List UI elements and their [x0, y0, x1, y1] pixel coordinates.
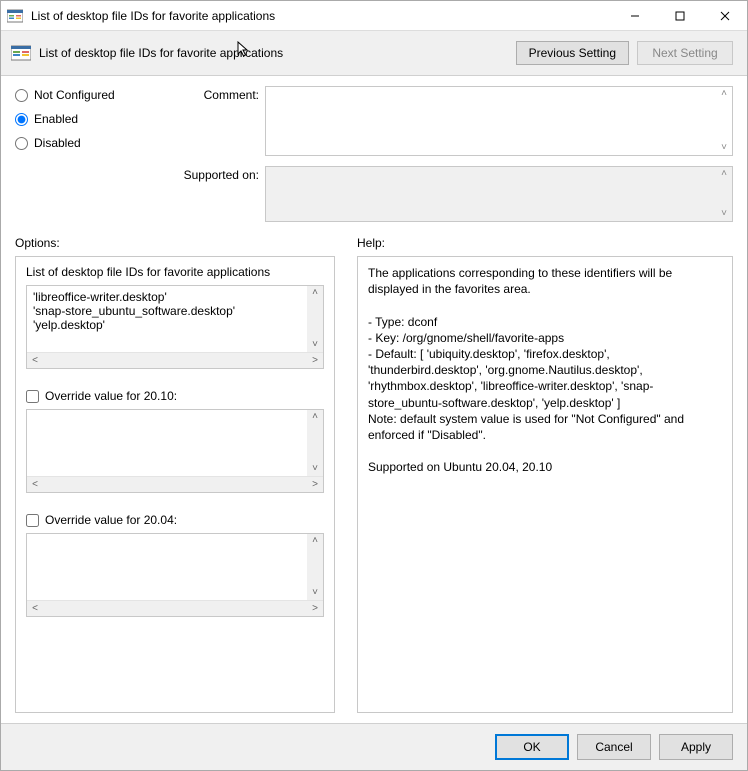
- dialog-footer: OK Cancel Apply: [1, 723, 747, 770]
- override-2004-textarea[interactable]: [27, 534, 307, 600]
- override-2004-label: Override value for 20.04:: [45, 513, 177, 527]
- override-2004-checkbox[interactable]: [26, 514, 39, 527]
- override-2004-check[interactable]: Override value for 20.04:: [26, 513, 324, 527]
- list-field-hscroll[interactable]: ˂˃: [27, 352, 323, 368]
- radio-enabled-label: Enabled: [34, 112, 78, 126]
- override-2010-textarea[interactable]: [27, 410, 307, 476]
- options-column: Options: List of desktop file IDs for fa…: [15, 236, 335, 713]
- columns: Options: List of desktop file IDs for fa…: [15, 236, 733, 713]
- cancel-button[interactable]: Cancel: [577, 734, 651, 760]
- maximize-button[interactable]: [657, 1, 702, 31]
- radio-not-configured[interactable]: Not Configured: [15, 88, 155, 102]
- close-button[interactable]: [702, 1, 747, 31]
- supported-label: Supported on:: [173, 166, 259, 182]
- radio-disabled-label: Disabled: [34, 136, 81, 150]
- titlebar: List of desktop file IDs for favorite ap…: [1, 1, 747, 31]
- options-label: Options:: [15, 236, 335, 250]
- radio-enabled-input[interactable]: [15, 113, 28, 126]
- radio-not-configured-input[interactable]: [15, 89, 28, 102]
- comment-label: Comment:: [173, 86, 259, 102]
- state-radio-group: Not Configured Enabled Disabled: [15, 86, 155, 222]
- window-title: List of desktop file IDs for favorite ap…: [29, 9, 612, 23]
- help-text: The applications corresponding to these …: [368, 265, 722, 475]
- next-setting-button: Next Setting: [637, 41, 733, 65]
- list-field-edit: ˄˅ ˂˃: [26, 285, 324, 369]
- radio-disabled[interactable]: Disabled: [15, 136, 155, 150]
- comment-scroll[interactable]: ˄˅: [716, 87, 732, 155]
- override-2004-edit: ˄˅ ˂˃: [26, 533, 324, 617]
- override-2010-hscroll[interactable]: ˂˃: [27, 476, 323, 492]
- radio-disabled-input[interactable]: [15, 137, 28, 150]
- supported-scroll[interactable]: ˄˅: [716, 167, 732, 221]
- override-2010-check[interactable]: Override value for 20.10:: [26, 389, 324, 403]
- override-2010-group: Override value for 20.10: ˄˅ ˂˃: [26, 389, 324, 493]
- override-2010-vscroll[interactable]: ˄˅: [307, 410, 323, 476]
- policy-icon: [11, 44, 31, 62]
- help-panel: The applications corresponding to these …: [357, 256, 733, 713]
- override-2004-vscroll[interactable]: ˄˅: [307, 534, 323, 600]
- top-block: Not Configured Enabled Disabled Comment:…: [15, 86, 733, 222]
- dialog-body: Not Configured Enabled Disabled Comment:…: [1, 76, 747, 723]
- override-2010-checkbox[interactable]: [26, 390, 39, 403]
- override-2004-hscroll[interactable]: ˂˃: [27, 600, 323, 616]
- override-2010-label: Override value for 20.10:: [45, 389, 177, 403]
- supported-textarea: [266, 167, 716, 221]
- supported-box: ˄˅: [265, 166, 733, 222]
- radio-enabled[interactable]: Enabled: [15, 112, 155, 126]
- comment-box: ˄˅: [265, 86, 733, 156]
- app-icon: [7, 8, 23, 24]
- supported-row: Supported on: ˄˅: [173, 166, 733, 222]
- apply-button[interactable]: Apply: [659, 734, 733, 760]
- minimize-button[interactable]: [612, 1, 657, 31]
- previous-setting-button[interactable]: Previous Setting: [516, 41, 629, 65]
- radio-not-configured-label: Not Configured: [34, 88, 115, 102]
- override-2004-group: Override value for 20.04: ˄˅ ˂˃: [26, 513, 324, 617]
- list-field-textarea[interactable]: [27, 286, 307, 352]
- header-panel: List of desktop file IDs for favorite ap…: [1, 31, 747, 76]
- dialog-window: List of desktop file IDs for favorite ap…: [0, 0, 748, 771]
- list-field-label: List of desktop file IDs for favorite ap…: [26, 265, 324, 279]
- comment-textarea[interactable]: [266, 87, 716, 155]
- help-column: Help: The applications corresponding to …: [357, 236, 733, 713]
- header-title: List of desktop file IDs for favorite ap…: [39, 46, 508, 60]
- list-field-vscroll[interactable]: ˄˅: [307, 286, 323, 352]
- help-label: Help:: [357, 236, 733, 250]
- comment-row: Comment: ˄˅: [173, 86, 733, 156]
- list-field-group: List of desktop file IDs for favorite ap…: [26, 265, 324, 369]
- options-panel: List of desktop file IDs for favorite ap…: [15, 256, 335, 713]
- ok-button[interactable]: OK: [495, 734, 569, 760]
- override-2010-edit: ˄˅ ˂˃: [26, 409, 324, 493]
- comment-block: Comment: ˄˅ Supported on: ˄˅: [173, 86, 733, 222]
